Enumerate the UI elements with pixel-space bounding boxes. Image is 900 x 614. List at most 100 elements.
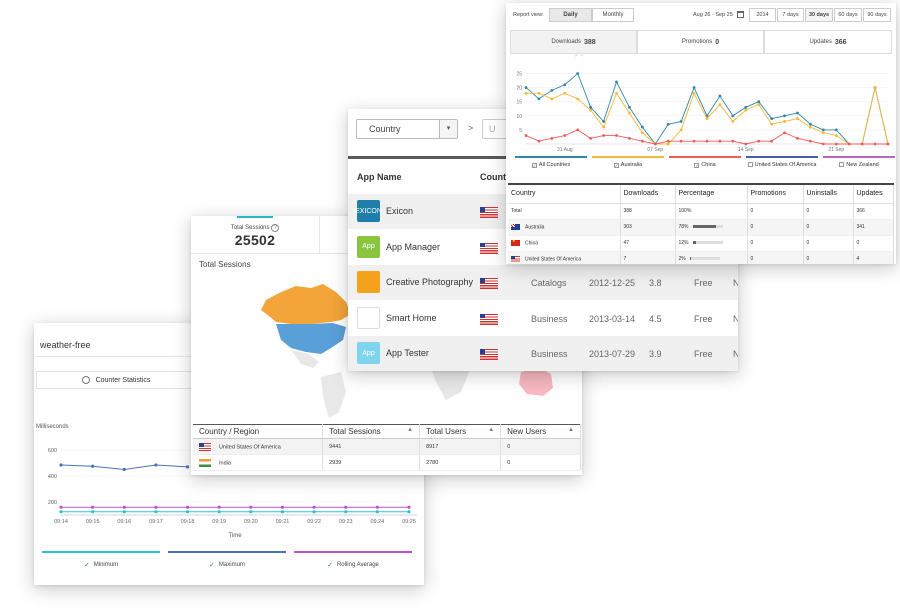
data-point	[796, 117, 799, 121]
app-row[interactable]: Smart Home Business 2013-03-14 4.5 Free N	[348, 301, 738, 336]
series-toggle-all-countries[interactable]: ✓ All Countries	[515, 156, 587, 180]
data-point	[744, 105, 748, 109]
kpi-updates[interactable]: Updates 366	[764, 30, 892, 54]
period-60-days[interactable]: 60 days	[834, 8, 862, 22]
data-point	[666, 142, 670, 146]
data-point	[185, 510, 190, 514]
table-row[interactable]: Total 388 100% 0 0 366	[508, 203, 894, 220]
x-tick-label: 21 Sep	[828, 147, 844, 153]
data-point	[602, 120, 605, 123]
data-point	[550, 88, 554, 92]
checkbox-icon: ✓	[531, 163, 537, 168]
country-select[interactable]: Country ▾	[356, 119, 458, 139]
usa-flag-icon	[480, 313, 498, 325]
app-row[interactable]: App App Tester Business 2013-07-29 3.9 Free N	[348, 336, 738, 371]
table-row[interactable]: United States Of America 7 2% 0 0 4	[508, 251, 894, 264]
period-7-days[interactable]: 7 days	[777, 8, 804, 22]
app-price: Free	[694, 313, 713, 324]
col-updates[interactable]: Updates	[853, 183, 894, 204]
col-app-name[interactable]: App Name	[357, 172, 402, 182]
app-name-label: weather-free	[40, 340, 91, 350]
monthly-toggle[interactable]: Monthly	[592, 8, 634, 22]
downloads-line-chart: 25 20 15 10 5 31 Aug 07 Sep 14 Sep 21 Sep	[516, 71, 890, 153]
series-toggle-new-zealand[interactable]: New Zealand	[823, 156, 895, 180]
series-toggle-china[interactable]: ✓ China	[669, 156, 741, 180]
data-point	[217, 505, 221, 509]
usa-region[interactable]	[276, 323, 346, 354]
legend-color-bar	[168, 551, 286, 553]
data-point	[589, 108, 593, 112]
table-row[interactable]: India 2939 2780 0	[193, 454, 581, 471]
data-point	[886, 142, 890, 146]
app-name: Smart Home	[386, 312, 437, 323]
data-point	[705, 117, 709, 121]
legend-item-maximum[interactable]: ✓ Maximum	[168, 551, 286, 569]
calendar-icon[interactable]	[737, 11, 744, 18]
data-point	[847, 142, 851, 146]
data-point	[59, 505, 63, 509]
tab-label: Counter Statistics	[95, 376, 151, 384]
app-price: Free	[694, 349, 713, 359]
data-point	[718, 103, 722, 106]
x-tick-label: 09:25	[402, 519, 416, 525]
canada-region[interactable]	[261, 284, 351, 324]
app-rating: 4.5	[649, 313, 662, 324]
col-total-sessions[interactable]: Total Sessions ▲	[322, 424, 421, 439]
data-point	[91, 510, 95, 514]
period-30-days[interactable]: 30 days	[805, 8, 833, 22]
sort-icon: ▲	[488, 427, 495, 433]
data-point	[692, 139, 696, 143]
table-row[interactable]: United States Of America 9441 8917 0	[193, 438, 581, 455]
percentage-bar	[692, 241, 723, 245]
australia-region[interactable]	[519, 368, 553, 396]
y-tick-label: 25	[516, 71, 522, 77]
data-point	[312, 510, 316, 514]
total-sessions-stat[interactable]: Total Sessions ? 25502	[191, 216, 320, 253]
col-country[interactable]: Count	[480, 172, 506, 182]
data-point	[628, 111, 631, 115]
col-total-users[interactable]: Total Users ▲	[419, 424, 502, 439]
table-row[interactable]: China4712%000	[508, 235, 894, 252]
col-uninstalls[interactable]: Uninstalls	[803, 183, 854, 204]
series-toggle-usa[interactable]: United States Of America	[746, 156, 818, 180]
data-point	[563, 91, 567, 95]
y-tick-label: 20	[516, 86, 522, 92]
kpi-downloads[interactable]: Downloads 388	[510, 30, 637, 54]
data-point	[666, 139, 670, 143]
app-name: App Tester	[386, 348, 429, 358]
help-icon[interactable]: ?	[271, 224, 280, 232]
period-2014[interactable]: 2014	[749, 8, 776, 22]
col-new-users[interactable]: New Users ▲	[500, 424, 581, 439]
active-accent	[237, 216, 273, 218]
data-point	[185, 465, 190, 469]
data-point	[407, 505, 411, 509]
cn-flag-icon	[511, 238, 520, 246]
table-row[interactable]: Australia 303 78% 0 0 341	[508, 219, 894, 236]
date-range: Aug 26 - Sep 25	[693, 12, 733, 18]
stat-value: 25502	[234, 232, 276, 248]
counter-legend: ✓ Minimum ✓ Maximum ✓ Rolling Average	[42, 551, 422, 581]
daily-toggle[interactable]: Daily	[549, 8, 592, 22]
legend-item-minimum[interactable]: ✓ Minimum	[42, 551, 160, 569]
kpi-promotions[interactable]: Promotions 0	[637, 30, 764, 54]
app-name: Exicon	[386, 206, 414, 216]
period-90-days[interactable]: 90 days	[863, 8, 891, 22]
y-tick-label: 200	[48, 500, 57, 506]
col-promotions[interactable]: Promotions	[747, 183, 804, 204]
x-tick-label: 31 Aug	[557, 147, 573, 153]
checkbox-icon	[839, 162, 845, 167]
tab-counter-statistics[interactable]: Counter Statistics	[36, 371, 196, 389]
series-toggle-australia[interactable]: ✓ Australia	[592, 156, 664, 180]
data-point	[602, 125, 605, 129]
col-country-region[interactable]: Country / Region	[193, 424, 324, 439]
col-percentage[interactable]: Percentage	[675, 183, 748, 204]
legend-item-rolling-average[interactable]: ✓ Rolling Average	[294, 551, 412, 569]
data-point	[563, 83, 567, 87]
percentage-bar	[689, 257, 720, 261]
us-flag-icon	[511, 255, 520, 262]
data-point	[744, 142, 748, 146]
app-row[interactable]: Creative Photography Catalogs 2012-12-25 3.…	[348, 265, 738, 300]
col-downloads[interactable]: Downloads	[620, 183, 676, 204]
col-country[interactable]: Country	[508, 183, 621, 204]
y-axis-label: Milliseconds	[36, 424, 69, 430]
